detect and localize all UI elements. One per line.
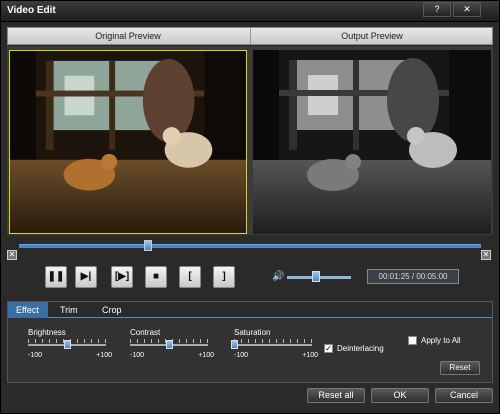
brightness-label: Brightness <box>28 328 66 337</box>
edit-panel: Effect Trim Crop Brightness -100 +100 Co… <box>7 301 493 383</box>
contrast-range: -100 +100 <box>130 352 214 362</box>
saturation-max: +100 <box>302 352 318 359</box>
close-button[interactable]: ✕ <box>453 2 481 17</box>
window-title: Video Edit <box>7 5 56 16</box>
brightness-range: -100 +100 <box>28 352 112 362</box>
cancel-button[interactable]: Cancel <box>435 388 493 403</box>
saturation-thumb[interactable] <box>231 340 238 349</box>
pause-button[interactable]: ❚❚ <box>45 266 67 288</box>
deinterlacing-checkbox[interactable]: ✓ <box>324 344 333 353</box>
speaker-icon[interactable]: 🔊 <box>272 271 284 283</box>
playback-controls: ❚❚ ▶| [▶] ■ [ ] 🔊 00:01:25 / 00:05:00 <box>7 264 493 294</box>
end-marker-icon[interactable]: ✕ <box>481 250 491 260</box>
apply-to-all-checkbox[interactable] <box>408 336 417 345</box>
snapshot-button[interactable]: [▶] <box>111 266 133 288</box>
timeline-playhead[interactable] <box>144 240 153 251</box>
timeline-track[interactable] <box>19 244 481 248</box>
output-preview-image <box>253 50 491 234</box>
saturation-label: Saturation <box>234 328 271 337</box>
volume-thumb[interactable] <box>311 271 320 282</box>
saturation-slider-group: Saturation -100 +100 <box>231 328 320 362</box>
contrast-min: -100 <box>130 352 145 359</box>
preview-area <box>7 46 493 235</box>
stop-button[interactable]: ■ <box>145 266 167 288</box>
mark-in-button[interactable]: [ <box>179 266 201 288</box>
start-marker-icon[interactable]: ✕ <box>7 250 17 260</box>
video-edit-window: Video Edit ? ✕ Original Preview Output P… <box>0 0 500 414</box>
help-button[interactable]: ? <box>423 2 451 17</box>
contrast-slider-group: Contrast -100 +100 <box>130 328 216 362</box>
saturation-ticks <box>234 339 312 343</box>
tab-effect[interactable]: Effect <box>8 302 48 318</box>
brightness-track[interactable] <box>28 339 106 349</box>
output-preview-label: Output Preview <box>341 31 403 41</box>
apply-to-all-label: Apply to All <box>421 336 461 345</box>
mark-out-button[interactable]: ] <box>213 266 235 288</box>
brightness-slider-group: Brightness -100 +100 <box>28 328 114 362</box>
saturation-range: -100 +100 <box>234 352 318 362</box>
preview-headers: Original Preview Output Preview <box>7 27 493 45</box>
reset-button[interactable]: Reset <box>440 361 480 375</box>
original-preview-label: Original Preview <box>95 31 161 41</box>
reset-all-button[interactable]: Reset all <box>307 388 365 403</box>
contrast-max: +100 <box>198 352 214 359</box>
next-frame-button[interactable]: ▶| <box>75 266 97 288</box>
tab-trim[interactable]: Trim <box>52 302 88 318</box>
contrast-thumb[interactable] <box>166 340 173 349</box>
barn-scene-color <box>10 51 246 233</box>
tab-crop[interactable]: Crop <box>94 302 134 318</box>
contrast-label: Contrast <box>130 328 161 337</box>
header-divider <box>250 28 251 44</box>
title-bar: Video Edit ? ✕ <box>1 1 499 22</box>
saturation-track[interactable] <box>231 339 312 349</box>
time-display: 00:01:25 / 00:05:00 <box>367 269 459 284</box>
brightness-min: -100 <box>28 352 43 359</box>
contrast-track[interactable] <box>130 339 208 349</box>
deinterlacing-label: Deinterlacing <box>337 344 384 353</box>
original-preview-image[interactable] <box>9 50 247 234</box>
brightness-thumb[interactable] <box>64 340 71 349</box>
timeline: ✕ ✕ <box>7 237 493 263</box>
saturation-min: -100 <box>234 352 249 359</box>
ok-button[interactable]: OK <box>371 388 429 403</box>
brightness-max: +100 <box>96 352 112 359</box>
barn-scene-grayscale <box>253 50 491 234</box>
edit-tabs: Effect Trim Crop <box>8 302 492 318</box>
